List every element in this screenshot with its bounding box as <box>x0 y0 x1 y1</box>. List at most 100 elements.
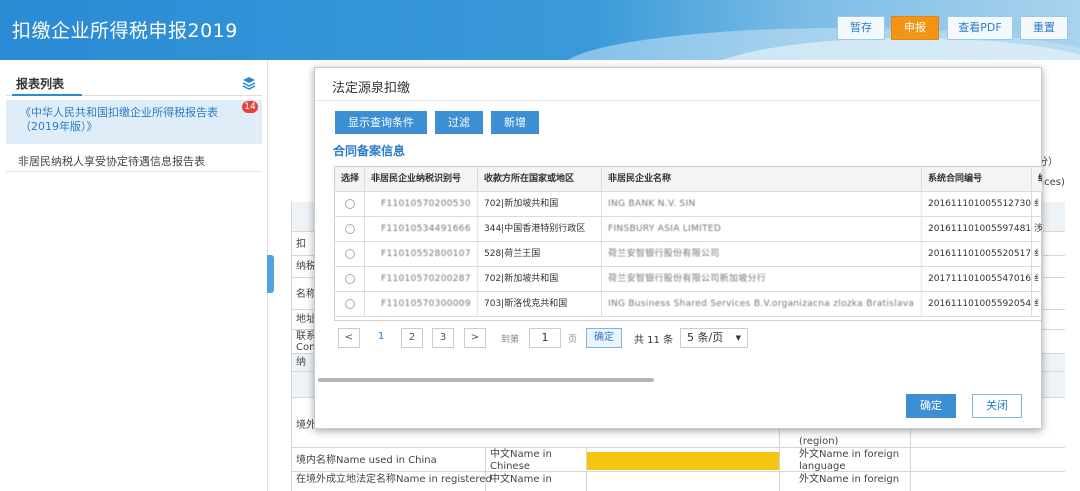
reset-button[interactable]: 重置 <box>1020 16 1068 40</box>
save-draft-button[interactable]: 暂存 <box>837 16 885 40</box>
select-cell <box>335 242 365 267</box>
form-label: 名称 <box>296 289 316 300</box>
table-row[interactable]: F11010570300009 703|斯洛伐克共和国 ING Business… <box>335 292 1043 317</box>
add-button[interactable]: 新增 <box>491 111 539 134</box>
app-header: 扣缴企业所得税申报2019 暂存 申报 查看PDF 重置 <box>0 0 1080 60</box>
overflow-cell: 涉 <box>1034 224 1043 234</box>
column-header: 收款方所在国家或地区 <box>478 167 602 192</box>
sidebar-title-underline <box>12 94 82 96</box>
form-label: 境外 <box>296 420 316 431</box>
select-cell <box>335 217 365 242</box>
form-label: 在境外成立地法定名称Name in registered <box>296 474 492 485</box>
chinese-name-input[interactable] <box>587 452 779 470</box>
form-label: 纳 <box>296 357 306 368</box>
company-name-cell: ING BANK N.V. SIN <box>602 192 922 217</box>
goto-confirm-button[interactable]: 确定 <box>586 328 622 348</box>
form-label: 纳税 <box>296 261 316 272</box>
table-row[interactable]: F11010552800107 528|荷兰王国 荷兰安智银行股份有限公司 20… <box>335 242 1043 267</box>
sidebar-item-treaty-report[interactable]: 非居民纳税人享受协定待遇信息报告表 <box>6 148 262 172</box>
page-button[interactable]: 2 <box>401 328 423 348</box>
page-number-input[interactable]: 1 <box>529 328 561 348</box>
form-label: (region) <box>799 436 839 447</box>
contract-number-cell: 201711101005547016 <box>922 267 1032 292</box>
show-query-conditions-button[interactable]: 显示查询条件 <box>335 111 427 134</box>
column-header: 选择 <box>335 167 365 192</box>
sidebar-item-withholding-report[interactable]: 《中华人民共和国扣缴企业所得税报告表（2019年版）》 <box>6 100 262 144</box>
total-count: 共 11 条 <box>634 335 674 346</box>
page-size-select[interactable]: 5 条/页 ▼ <box>680 328 748 348</box>
next-page-button[interactable]: > <box>464 328 486 348</box>
select-cell <box>335 267 365 292</box>
country-cell: 344|中国香港特别行政区 <box>478 217 602 242</box>
sidebar-item-label: 非居民纳税人享受协定待遇信息报告表 <box>18 155 205 168</box>
page-button[interactable]: 3 <box>432 328 454 348</box>
row-radio[interactable] <box>345 199 355 209</box>
table-header: 选择 非居民企业纳税识别号 收款方所在国家或地区 非居民企业名称 系统合同编号 … <box>335 167 1042 192</box>
app-title: 扣缴企业所得税申报2019 <box>12 20 238 42</box>
form-label: 中文Name in <box>490 474 552 485</box>
row-radio[interactable] <box>345 249 355 259</box>
prev-page-button[interactable]: < <box>338 328 360 348</box>
company-name-cell: 荷兰安智银行股份有限公司 <box>602 242 922 267</box>
country-cell: 528|荷兰王国 <box>478 242 602 267</box>
company-name-cell: ING Business Shared Services B.V.organiz… <box>602 292 922 317</box>
country-cell: 703|斯洛伐克共和国 <box>478 292 602 317</box>
page-suffix-label: 页 <box>568 335 578 345</box>
country-cell: 702|新加坡共和国 <box>478 267 602 292</box>
table-row[interactable]: F11010570200530 702|新加坡共和国 ING BANK N.V.… <box>335 192 1043 217</box>
form-label: 外文Name in foreign language <box>799 449 900 472</box>
taxid-cell: F11010570200530 <box>365 192 478 217</box>
country-cell: 702|新加坡共和国 <box>478 192 602 217</box>
pagination: < 1 2 3 > 到第 1 页 确定 共 11 条 5 条/页 ▼ <box>338 328 838 350</box>
modal-title: 法定源泉扣缴 <box>332 81 411 96</box>
horizontal-scrollbar[interactable] <box>318 378 654 382</box>
column-header: 系统合同编号 <box>922 167 1032 192</box>
form-border <box>485 448 486 491</box>
contract-number-cell: 201611101005592054 <box>922 292 1032 317</box>
select-cell <box>335 192 365 217</box>
column-header: 纳 <box>1032 167 1042 192</box>
section-title: 合同备案信息 <box>333 144 406 158</box>
count-badge: 14 <box>242 101 258 113</box>
row-radio[interactable] <box>345 274 355 284</box>
company-name-cell: 荷兰安智银行股份有限公司新加坡分行 <box>602 267 922 292</box>
column-header: 非居民企业纳税识别号 <box>365 167 478 192</box>
overflow-cell: 纟 <box>1034 199 1043 209</box>
dropdown-arrow-icon: ▼ <box>735 334 741 342</box>
sidebar-collapse-handle[interactable] <box>267 255 274 293</box>
contract-number-cell: 201611101005520517 <box>922 242 1032 267</box>
contract-number-cell: 201611101005597481 <box>922 217 1032 242</box>
row-radio[interactable] <box>345 299 355 309</box>
divider <box>315 100 1043 101</box>
form-border <box>291 202 292 491</box>
form-label: 扣 <box>296 239 306 250</box>
table-row[interactable]: F11010534491666 344|中国香港特别行政区 FINSBURY A… <box>335 217 1043 242</box>
select-cell <box>335 292 365 317</box>
page-button[interactable]: 1 <box>370 328 392 348</box>
sidebar-title: 报表列表 <box>16 77 65 91</box>
table-row[interactable]: F11010570200287 702|新加坡共和国 荷兰安智银行股份有限公司新… <box>335 267 1043 292</box>
taxid-cell: F11010570300009 <box>365 292 478 317</box>
goto-label: 到第 <box>501 335 520 345</box>
confirm-button[interactable]: 确定 <box>906 394 956 418</box>
row-radio[interactable] <box>345 224 355 234</box>
company-name-cell: FINSBURY ASIA LIMITED <box>602 217 922 242</box>
submit-button[interactable]: 申报 <box>891 16 939 40</box>
overflow-cell: 纟 <box>1034 274 1043 284</box>
filter-button[interactable]: 过滤 <box>435 111 483 134</box>
taxid-cell: F11010552800107 <box>365 242 478 267</box>
form-label: Con <box>296 342 316 353</box>
form-label: 外文Name in foreign <box>799 474 900 485</box>
contract-table: 选择 非居民企业纳税识别号 收款方所在国家或地区 非居民企业名称 系统合同编号 … <box>334 166 1043 321</box>
sidebar-header: 报表列表 <box>6 70 262 96</box>
overflow-cell: 纟 <box>1034 249 1043 259</box>
close-button[interactable]: 关闭 <box>972 394 1022 418</box>
taxid-cell: F11010534491666 <box>365 217 478 242</box>
form-row: 在境外成立地法定名称Name in registered 中文Name in 外… <box>291 472 1065 491</box>
report-sidebar: 报表列表 《中华人民共和国扣缴企业所得税报告表（2019年版）》 非居民纳税人享… <box>0 60 268 491</box>
form-label: 中文Name in Chinese <box>490 449 552 472</box>
form-label: 境内名称Name used in China <box>296 455 437 466</box>
view-pdf-button[interactable]: 查看PDF <box>947 16 1013 40</box>
overflow-cell: 纟 <box>1034 299 1043 309</box>
layers-icon[interactable] <box>242 76 256 90</box>
